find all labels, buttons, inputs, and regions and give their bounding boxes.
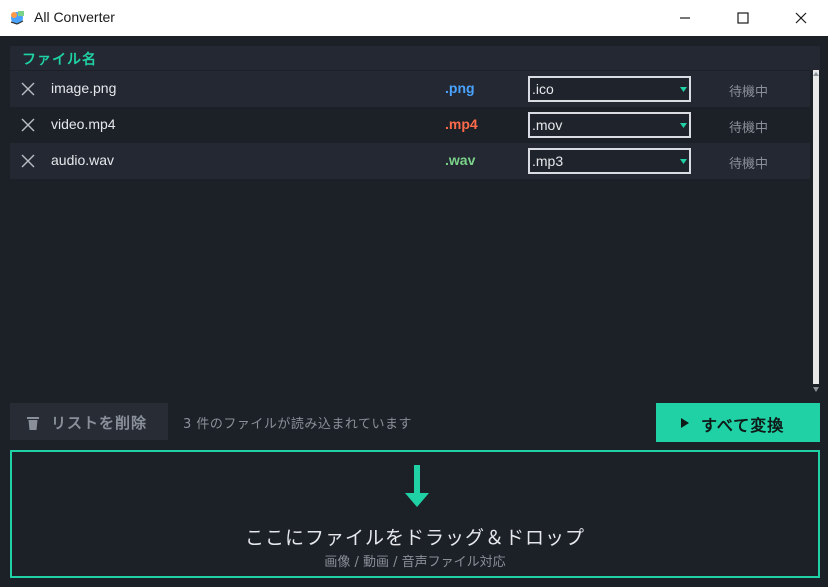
file-name: audio.wav	[51, 152, 115, 168]
chevron-down-icon	[680, 86, 687, 92]
remove-file-icon[interactable]	[20, 81, 36, 97]
trash-icon	[27, 417, 39, 430]
drop-zone-title: ここにファイルをドラッグ＆ドロップ	[244, 527, 585, 549]
list-header: ファイル名	[10, 46, 820, 70]
minimize-icon	[680, 17, 690, 19]
convert-all-label: すべて変換	[701, 416, 785, 435]
remove-file-icon[interactable]	[20, 117, 36, 133]
target-format-value: .mp3	[532, 153, 564, 169]
scroll-down-icon[interactable]	[812, 384, 820, 394]
target-format-dropdown-button[interactable]	[678, 76, 691, 102]
target-format-value: .mov	[532, 117, 563, 133]
play-icon	[681, 418, 689, 428]
chevron-down-icon	[680, 122, 687, 128]
close-icon	[795, 12, 807, 24]
file-extension: .wav	[445, 152, 476, 168]
target-format-dropdown-button[interactable]	[678, 112, 691, 138]
chevron-down-icon	[680, 158, 687, 164]
file-extension: .png	[445, 80, 475, 96]
target-format-value: .ico	[532, 81, 554, 97]
status-label: 待機中	[729, 121, 769, 136]
convert-all-button[interactable]: すべて変換	[656, 403, 820, 442]
file-row: image.png .png .ico 待機中	[10, 71, 810, 107]
maximize-icon	[737, 12, 749, 24]
target-format-select[interactable]: .mov	[528, 112, 691, 138]
file-count-text: 3 件のファイルが読み込まれています	[183, 417, 413, 432]
minimize-button[interactable]	[656, 0, 714, 36]
drop-zone-subtitle: 画像 / 動画 / 音声ファイル対応	[324, 555, 506, 570]
status-label: 待機中	[729, 85, 769, 100]
file-row: audio.wav .wav .mp3 待機中	[10, 143, 810, 179]
scroll-up-icon[interactable]	[812, 70, 820, 78]
target-format-select[interactable]: .ico	[528, 76, 691, 102]
app-logo-icon	[10, 11, 24, 25]
close-button[interactable]	[772, 0, 828, 36]
scrollbar-thumb[interactable]	[813, 70, 819, 384]
clear-list-label: リストを削除	[51, 414, 148, 432]
column-header-filename: ファイル名	[22, 52, 97, 68]
drop-zone[interactable]: ここにファイルをドラッグ＆ドロップ 画像 / 動画 / 音声ファイル対応	[10, 450, 820, 578]
arrow-down-icon	[405, 465, 429, 507]
title-bar: All Converter	[0, 0, 828, 36]
list-scrollbar[interactable]	[812, 70, 820, 396]
window-title: All Converter	[34, 9, 115, 25]
file-extension: .mp4	[445, 116, 478, 132]
file-row: video.mp4 .mp4 .mov 待機中	[10, 107, 810, 143]
maximize-button[interactable]	[714, 0, 772, 36]
target-format-select[interactable]: .mp3	[528, 148, 691, 174]
status-label: 待機中	[729, 157, 769, 172]
file-name: video.mp4	[51, 116, 116, 132]
file-name: image.png	[51, 80, 117, 96]
remove-file-icon[interactable]	[20, 153, 36, 169]
clear-list-button[interactable]: リストを削除	[10, 403, 168, 440]
target-format-dropdown-button[interactable]	[678, 148, 691, 174]
